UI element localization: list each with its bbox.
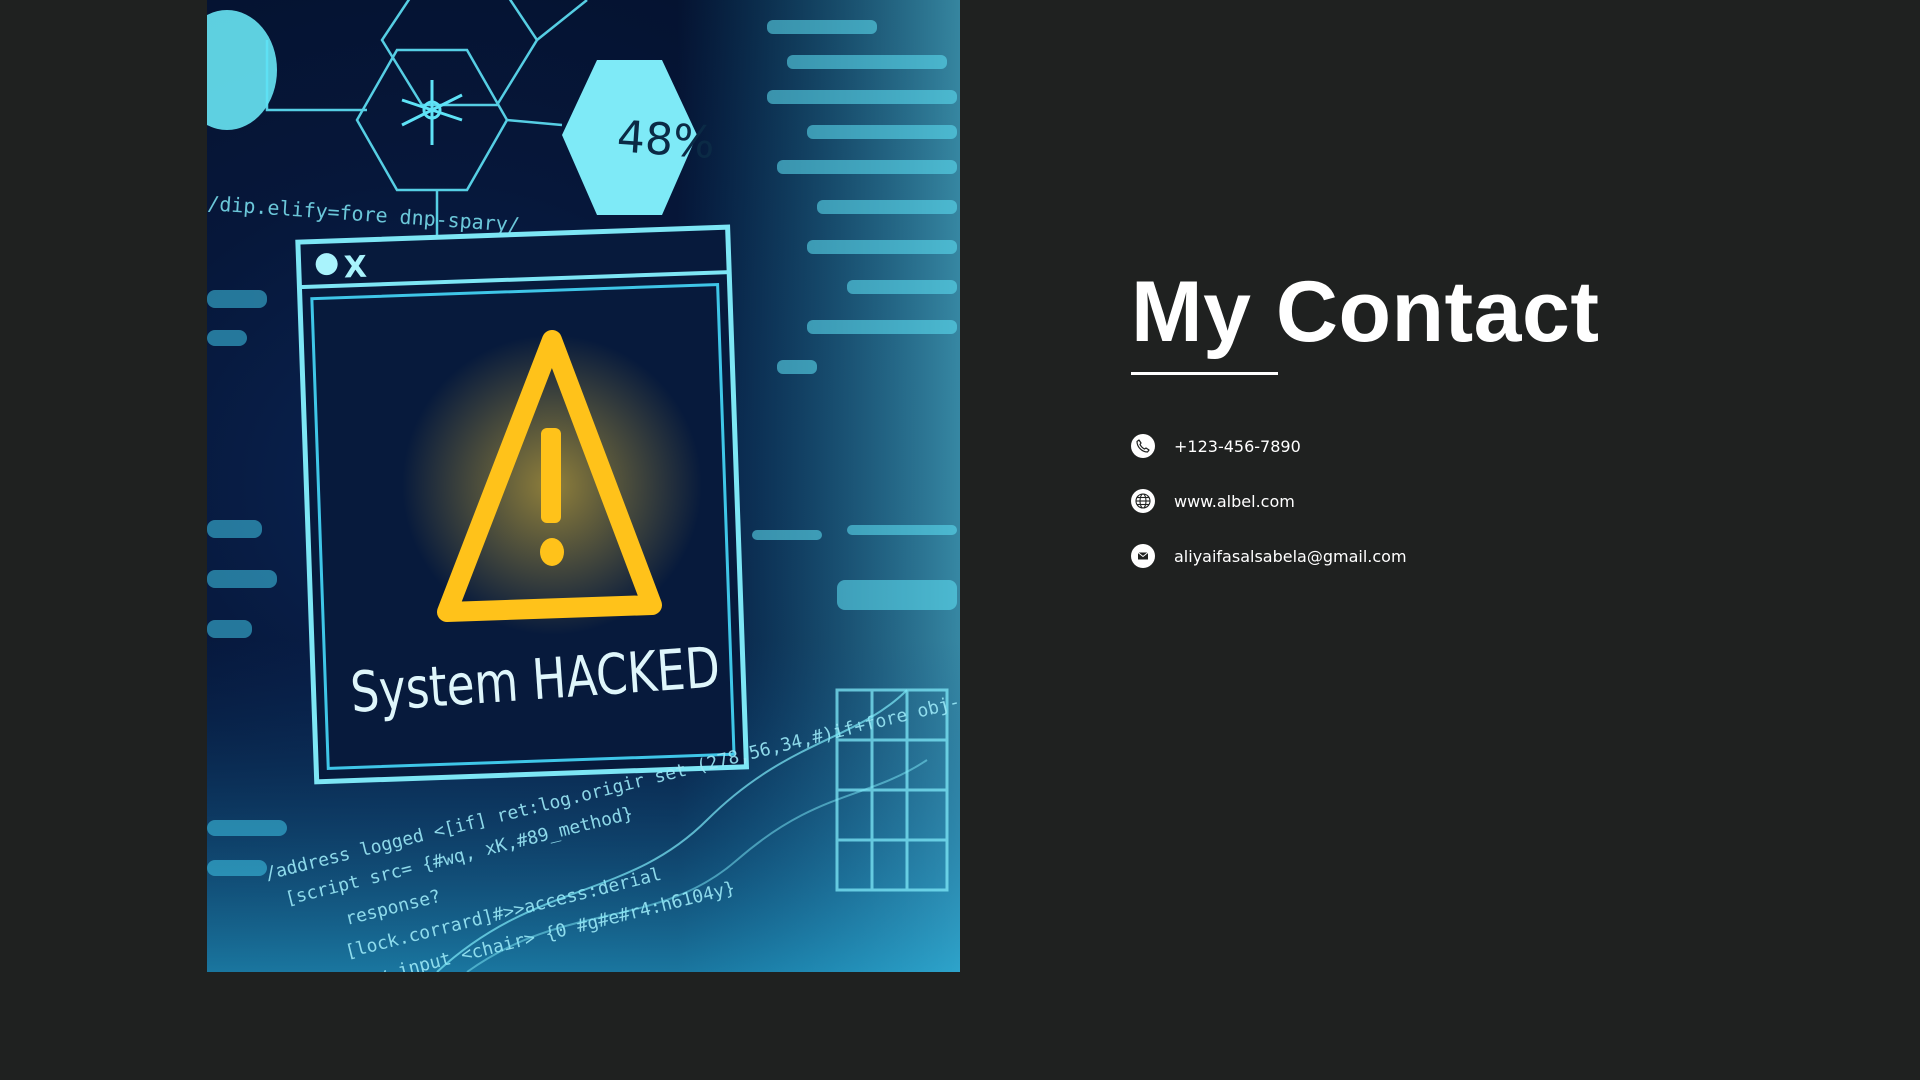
title-underline [1131,372,1278,375]
header-code-text: /dip.elify=fore dnp-spary/ [207,191,521,237]
page-title: My Contact [1131,264,1600,360]
phone-icon [1131,434,1155,458]
contact-item-phone[interactable]: +123-456-7890 [1131,431,1831,461]
contact-list: +123-456-7890 www.albel.com aliyaifasals… [1131,431,1831,571]
contact-item-website[interactable]: www.albel.com [1131,486,1831,516]
contact-slide: 48% /dip.elify=fore dnp-spary/ X System … [0,0,1920,1080]
email-address[interactable]: aliyaifasalsabela@gmail.com [1174,547,1407,566]
contact-item-email[interactable]: aliyaifasalsabela@gmail.com [1131,541,1831,571]
contact-section: My Contact +123-456-7890 www.albel.com a… [1131,262,1831,596]
website-link[interactable]: www.albel.com [1174,492,1295,511]
system-hacked-image: 48% /dip.elify=fore dnp-spary/ X System … [207,0,960,972]
window-close-text: X [343,250,367,286]
phone-number[interactable]: +123-456-7890 [1174,437,1301,456]
mail-icon [1131,544,1155,568]
percent-badge-text: 48% [615,111,716,169]
globe-icon [1131,489,1155,513]
